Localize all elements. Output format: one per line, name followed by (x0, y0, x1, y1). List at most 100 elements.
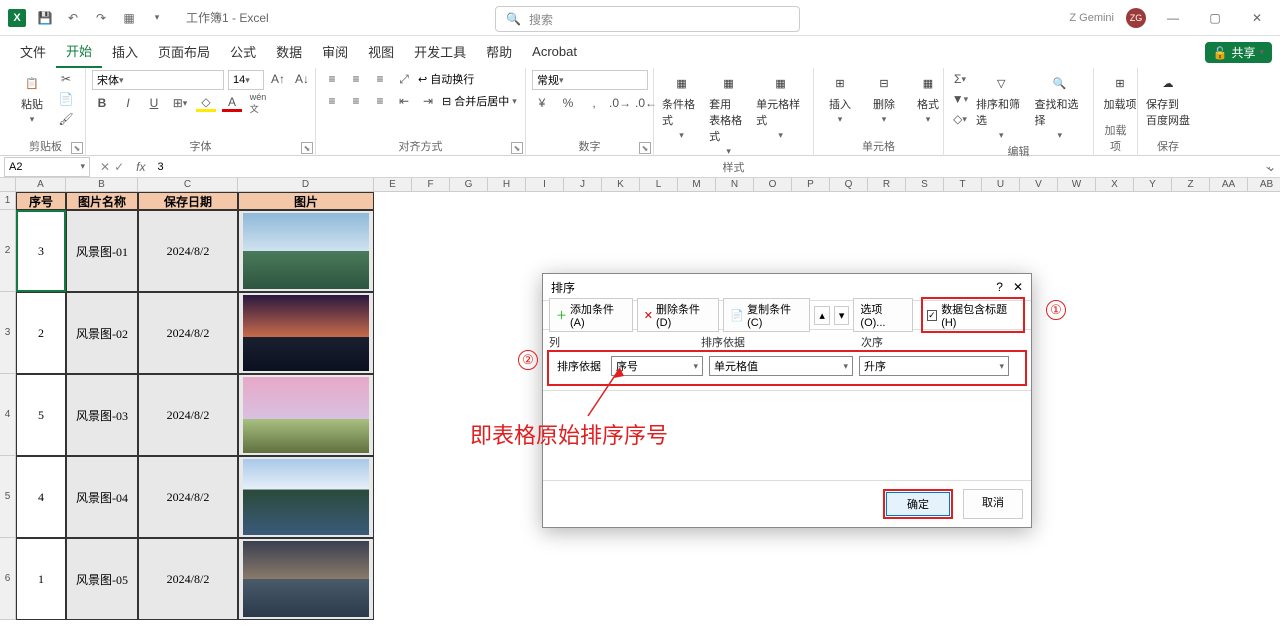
increase-indent-icon[interactable]: ⇥ (418, 92, 438, 110)
col-header-W[interactable]: W (1058, 178, 1096, 192)
table-cell[interactable]: 2024/8/2 (138, 456, 238, 538)
table-cell[interactable] (238, 538, 374, 620)
col-header-A[interactable]: A (16, 178, 66, 192)
dialog-close-icon[interactable]: ✕ (1013, 280, 1023, 294)
table-header[interactable]: 图片名称 (66, 192, 138, 210)
number-launcher[interactable]: ⬊ (639, 142, 651, 154)
find-select-button[interactable]: 🔍查找和选择▾ (1033, 70, 1088, 143)
cancel-button[interactable]: 取消 (963, 489, 1023, 519)
align-top-icon[interactable]: ≡ (322, 70, 342, 88)
col-header-H[interactable]: H (488, 178, 526, 192)
select-all-corner[interactable] (0, 178, 16, 192)
col-header-M[interactable]: M (678, 178, 716, 192)
font-size-select[interactable]: 14▾ (228, 70, 264, 90)
row-header-4[interactable]: 4 (0, 374, 16, 456)
share-button[interactable]: 🔓 共享 ▾ (1205, 42, 1273, 63)
move-up-button[interactable]: ▴ (814, 306, 830, 325)
save-icon[interactable]: 💾 (36, 9, 54, 27)
menu-页面布局[interactable]: 页面布局 (148, 36, 220, 67)
menu-数据[interactable]: 数据 (266, 36, 312, 67)
undo-icon[interactable]: ↶ (64, 9, 82, 27)
clipboard-launcher[interactable]: ⬊ (71, 142, 83, 154)
col-header-G[interactable]: G (450, 178, 488, 192)
currency-icon[interactable]: ¥ (532, 94, 552, 112)
ok-button[interactable]: 确定 (883, 489, 953, 519)
font-color-icon[interactable]: A (222, 94, 242, 112)
ribbon-collapse-icon[interactable]: ⌄ (1266, 160, 1276, 174)
table-cell[interactable] (238, 374, 374, 456)
col-header-Q[interactable]: Q (830, 178, 868, 192)
close-icon[interactable]: ✕ (1242, 3, 1272, 33)
percent-icon[interactable]: % (558, 94, 578, 112)
table-cell[interactable]: 风景图-03 (66, 374, 138, 456)
table-header[interactable]: 保存日期 (138, 192, 238, 210)
sort-rule-select[interactable]: 单元格值▾ (709, 356, 853, 376)
cancel-formula-icon[interactable]: ✕ (100, 160, 110, 174)
fill-color-icon[interactable]: ◇ (196, 94, 216, 112)
align-left-icon[interactable]: ≡ (322, 92, 342, 110)
menu-公式[interactable]: 公式 (220, 36, 266, 67)
wrap-text-button[interactable]: ↩自动换行 (418, 71, 474, 87)
table-cell[interactable]: 4 (16, 456, 66, 538)
fill-icon[interactable]: ▼▾ (950, 90, 970, 108)
addins-button[interactable]: ⊞加载项 (1100, 70, 1140, 114)
insert-cells-button[interactable]: ⊞插入▾ (820, 70, 860, 127)
col-header-R[interactable]: R (868, 178, 906, 192)
table-cell[interactable]: 风景图-01 (66, 210, 138, 292)
row-header-1[interactable]: 1 (0, 192, 16, 210)
comma-icon[interactable]: , (584, 94, 604, 112)
row-header-2[interactable]: 2 (0, 210, 16, 292)
menu-帮助[interactable]: 帮助 (476, 36, 522, 67)
row-header-3[interactable]: 3 (0, 292, 16, 374)
maximize-icon[interactable]: ▢ (1200, 3, 1230, 33)
orientation-icon[interactable]: ⤢ (394, 70, 414, 88)
table-cell[interactable]: 5 (16, 374, 66, 456)
data-has-header-checkbox[interactable]: ✓ 数据包含标题(H) (921, 297, 1025, 333)
row-header-5[interactable]: 5 (0, 456, 16, 538)
italic-icon[interactable]: I (118, 94, 138, 112)
align-center-icon[interactable]: ≡ (346, 92, 366, 110)
col-header-X[interactable]: X (1096, 178, 1134, 192)
table-cell[interactable] (238, 456, 374, 538)
move-down-button[interactable]: ▾ (834, 306, 850, 325)
cut-icon[interactable]: ✂ (56, 70, 76, 88)
border-icon[interactable]: ⊞▾ (170, 94, 190, 112)
font-launcher[interactable]: ⬊ (301, 142, 313, 154)
increase-decimal-icon[interactable]: .0→ (610, 94, 630, 112)
table-cell[interactable] (238, 292, 374, 374)
menu-Acrobat[interactable]: Acrobat (522, 38, 587, 65)
table-cell[interactable]: 2024/8/2 (138, 292, 238, 374)
redo-icon[interactable]: ↷ (92, 9, 110, 27)
alignment-launcher[interactable]: ⬊ (511, 142, 523, 154)
col-header-D[interactable]: D (238, 178, 374, 192)
format-table-button[interactable]: ▦套用 表格格式▾ (707, 70, 750, 159)
clear-icon[interactable]: ◇▾ (950, 110, 970, 128)
table-cell[interactable]: 风景图-05 (66, 538, 138, 620)
col-header-T[interactable]: T (944, 178, 982, 192)
fx-icon[interactable]: fx (130, 160, 151, 174)
row-header-6[interactable]: 6 (0, 538, 16, 620)
col-header-B[interactable]: B (66, 178, 138, 192)
minimize-icon[interactable]: — (1158, 3, 1188, 33)
autosum-icon[interactable]: Σ▾ (950, 70, 970, 88)
table-cell[interactable]: 风景图-02 (66, 292, 138, 374)
search-box[interactable]: 🔍 搜索 (495, 6, 800, 32)
align-right-icon[interactable]: ≡ (370, 92, 390, 110)
increase-font-icon[interactable]: A↑ (268, 70, 288, 88)
col-header-C[interactable]: C (138, 178, 238, 192)
align-bottom-icon[interactable]: ≡ (370, 70, 390, 88)
col-header-I[interactable]: I (526, 178, 564, 192)
bold-icon[interactable]: B (92, 94, 112, 112)
delete-cells-button[interactable]: ⊟删除▾ (864, 70, 904, 127)
col-header-K[interactable]: K (602, 178, 640, 192)
dialog-help-icon[interactable]: ? (996, 280, 1003, 294)
table-cell[interactable]: 2024/8/2 (138, 374, 238, 456)
merge-button[interactable]: ⊟合并后居中▾ (442, 93, 517, 109)
col-header-L[interactable]: L (640, 178, 678, 192)
col-header-F[interactable]: F (412, 178, 450, 192)
sort-filter-button[interactable]: ▽排序和筛选▾ (974, 70, 1029, 143)
phonetic-icon[interactable]: wén文 (248, 94, 268, 112)
add-condition-button[interactable]: ＋添加条件(A) (549, 298, 633, 332)
col-header-Y[interactable]: Y (1134, 178, 1172, 192)
qat-more-icon[interactable]: ▦ (120, 9, 138, 27)
